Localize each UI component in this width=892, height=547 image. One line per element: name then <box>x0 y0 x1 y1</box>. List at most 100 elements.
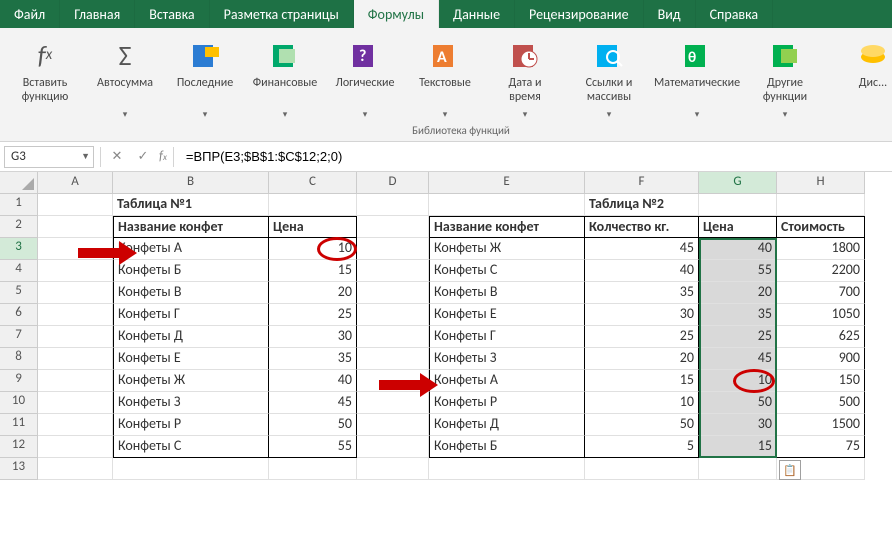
cell-E7[interactable]: Конфеты Г <box>429 326 585 348</box>
cell-C4[interactable]: 15 <box>269 260 357 282</box>
cell-G2[interactable]: Цена <box>699 216 777 238</box>
cell-B5[interactable]: Конфеты В <box>113 282 269 304</box>
cell-E3[interactable]: Конфеты Ж <box>429 238 585 260</box>
tab-data[interactable]: Данные <box>439 0 515 28</box>
column-header-D[interactable]: D <box>357 172 429 194</box>
cell-B6[interactable]: Конфеты Г <box>113 304 269 326</box>
cell-H12[interactable]: 75 <box>777 436 865 458</box>
row-header-9[interactable]: 9 <box>0 370 38 392</box>
cell-F3[interactable]: 45 <box>585 238 699 260</box>
column-header-B[interactable]: B <box>113 172 269 194</box>
cell-F4[interactable]: 40 <box>585 260 699 282</box>
cell-H7[interactable]: 625 <box>777 326 865 348</box>
cell-G8[interactable]: 45 <box>699 348 777 370</box>
row-header-7[interactable]: 7 <box>0 326 38 348</box>
cell-H1[interactable] <box>777 194 865 216</box>
cell-G7[interactable]: 25 <box>699 326 777 348</box>
cell-F11[interactable]: 50 <box>585 414 699 436</box>
cell-A7[interactable] <box>38 326 113 348</box>
cell-E6[interactable]: Конфеты Е <box>429 304 585 326</box>
paste-options-button[interactable]: 📋 <box>779 460 801 480</box>
cell-C9[interactable]: 40 <box>269 370 357 392</box>
tab-insert[interactable]: Вставка <box>135 0 209 28</box>
tab-home[interactable]: Главная <box>60 0 135 28</box>
cell-H5[interactable]: 700 <box>777 282 865 304</box>
cell-A8[interactable] <box>38 348 113 370</box>
ribbon-more-button[interactable]: Другиефункции▾ <box>742 32 828 122</box>
cell-E4[interactable]: Конфеты С <box>429 260 585 282</box>
formula-input[interactable] <box>180 146 888 168</box>
cell-G6[interactable]: 35 <box>699 304 777 326</box>
cell-E9[interactable]: Конфеты А <box>429 370 585 392</box>
cell-A2[interactable] <box>38 216 113 238</box>
cell-F7[interactable]: 25 <box>585 326 699 348</box>
cell-F13[interactable] <box>585 458 699 480</box>
cell-E2[interactable]: Название конфет <box>429 216 585 238</box>
row-header-6[interactable]: 6 <box>0 304 38 326</box>
ribbon-logical-button[interactable]: ?Логические▾ <box>326 32 404 122</box>
cell-B2[interactable]: Название конфет <box>113 216 269 238</box>
cell-F8[interactable]: 20 <box>585 348 699 370</box>
cell-A10[interactable] <box>38 392 113 414</box>
tab-page-layout[interactable]: Разметка страницы <box>210 0 354 28</box>
cell-G13[interactable] <box>699 458 777 480</box>
cell-D10[interactable] <box>357 392 429 414</box>
ribbon-lookup-button[interactable]: Ссылки имассивы▾ <box>566 32 652 122</box>
row-header-12[interactable]: 12 <box>0 436 38 458</box>
ribbon-text-button[interactable]: AТекстовые▾ <box>406 32 484 122</box>
cell-B8[interactable]: Конфеты Е <box>113 348 269 370</box>
cell-B4[interactable]: Конфеты Б <box>113 260 269 282</box>
cell-B13[interactable] <box>113 458 269 480</box>
cell-H8[interactable]: 900 <box>777 348 865 370</box>
row-header-10[interactable]: 10 <box>0 392 38 414</box>
row-header-13[interactable]: 13 <box>0 458 38 480</box>
cell-D8[interactable] <box>357 348 429 370</box>
cell-E12[interactable]: Конфеты Б <box>429 436 585 458</box>
cell-A4[interactable] <box>38 260 113 282</box>
cell-H2[interactable]: Стоимость <box>777 216 865 238</box>
cell-C6[interactable]: 25 <box>269 304 357 326</box>
ribbon-math-button[interactable]: θМатематические▾ <box>654 32 740 122</box>
cell-G10[interactable]: 50 <box>699 392 777 414</box>
cell-G5[interactable]: 20 <box>699 282 777 304</box>
cell-F5[interactable]: 35 <box>585 282 699 304</box>
cell-E10[interactable]: Конфеты Р <box>429 392 585 414</box>
cell-F9[interactable]: 15 <box>585 370 699 392</box>
cell-F10[interactable]: 10 <box>585 392 699 414</box>
cell-B3[interactable]: Конфеты А <box>113 238 269 260</box>
chevron-down-icon[interactable]: ▼ <box>81 151 90 162</box>
row-header-5[interactable]: 5 <box>0 282 38 304</box>
cell-A6[interactable] <box>38 304 113 326</box>
cell-C3[interactable]: 10 <box>269 238 357 260</box>
row-header-8[interactable]: 8 <box>0 348 38 370</box>
cell-A3[interactable] <box>38 238 113 260</box>
column-header-A[interactable]: A <box>38 172 113 194</box>
row-header-4[interactable]: 4 <box>0 260 38 282</box>
tab-review[interactable]: Рецензирование <box>515 0 644 28</box>
cell-D4[interactable] <box>357 260 429 282</box>
fx-icon[interactable]: fx <box>159 149 167 164</box>
cell-D11[interactable] <box>357 414 429 436</box>
ribbon-date-time-button[interactable]: Дата ивремя▾ <box>486 32 564 122</box>
cell-D5[interactable] <box>357 282 429 304</box>
cell-A1[interactable] <box>38 194 113 216</box>
row-header-3[interactable]: 3 <box>0 238 38 260</box>
cell-F2[interactable]: Колчество кг. <box>585 216 699 238</box>
cell-B7[interactable]: Конфеты Д <box>113 326 269 348</box>
row-header-11[interactable]: 11 <box>0 414 38 436</box>
cell-E8[interactable]: Конфеты З <box>429 348 585 370</box>
cell-D13[interactable] <box>357 458 429 480</box>
cell-B10[interactable]: Конфеты З <box>113 392 269 414</box>
cell-C8[interactable]: 35 <box>269 348 357 370</box>
cell-F1[interactable]: Таблица №2 <box>585 194 699 216</box>
cell-C5[interactable]: 20 <box>269 282 357 304</box>
cell-H10[interactable]: 500 <box>777 392 865 414</box>
tab-formulas[interactable]: Формулы <box>354 0 439 28</box>
cell-H6[interactable]: 1050 <box>777 304 865 326</box>
tab-help[interactable]: Справка <box>696 0 774 28</box>
cell-G9[interactable]: 10 <box>699 370 777 392</box>
column-header-H[interactable]: H <box>777 172 865 194</box>
select-all-corner[interactable] <box>0 172 38 194</box>
cell-D7[interactable] <box>357 326 429 348</box>
cell-E13[interactable] <box>429 458 585 480</box>
